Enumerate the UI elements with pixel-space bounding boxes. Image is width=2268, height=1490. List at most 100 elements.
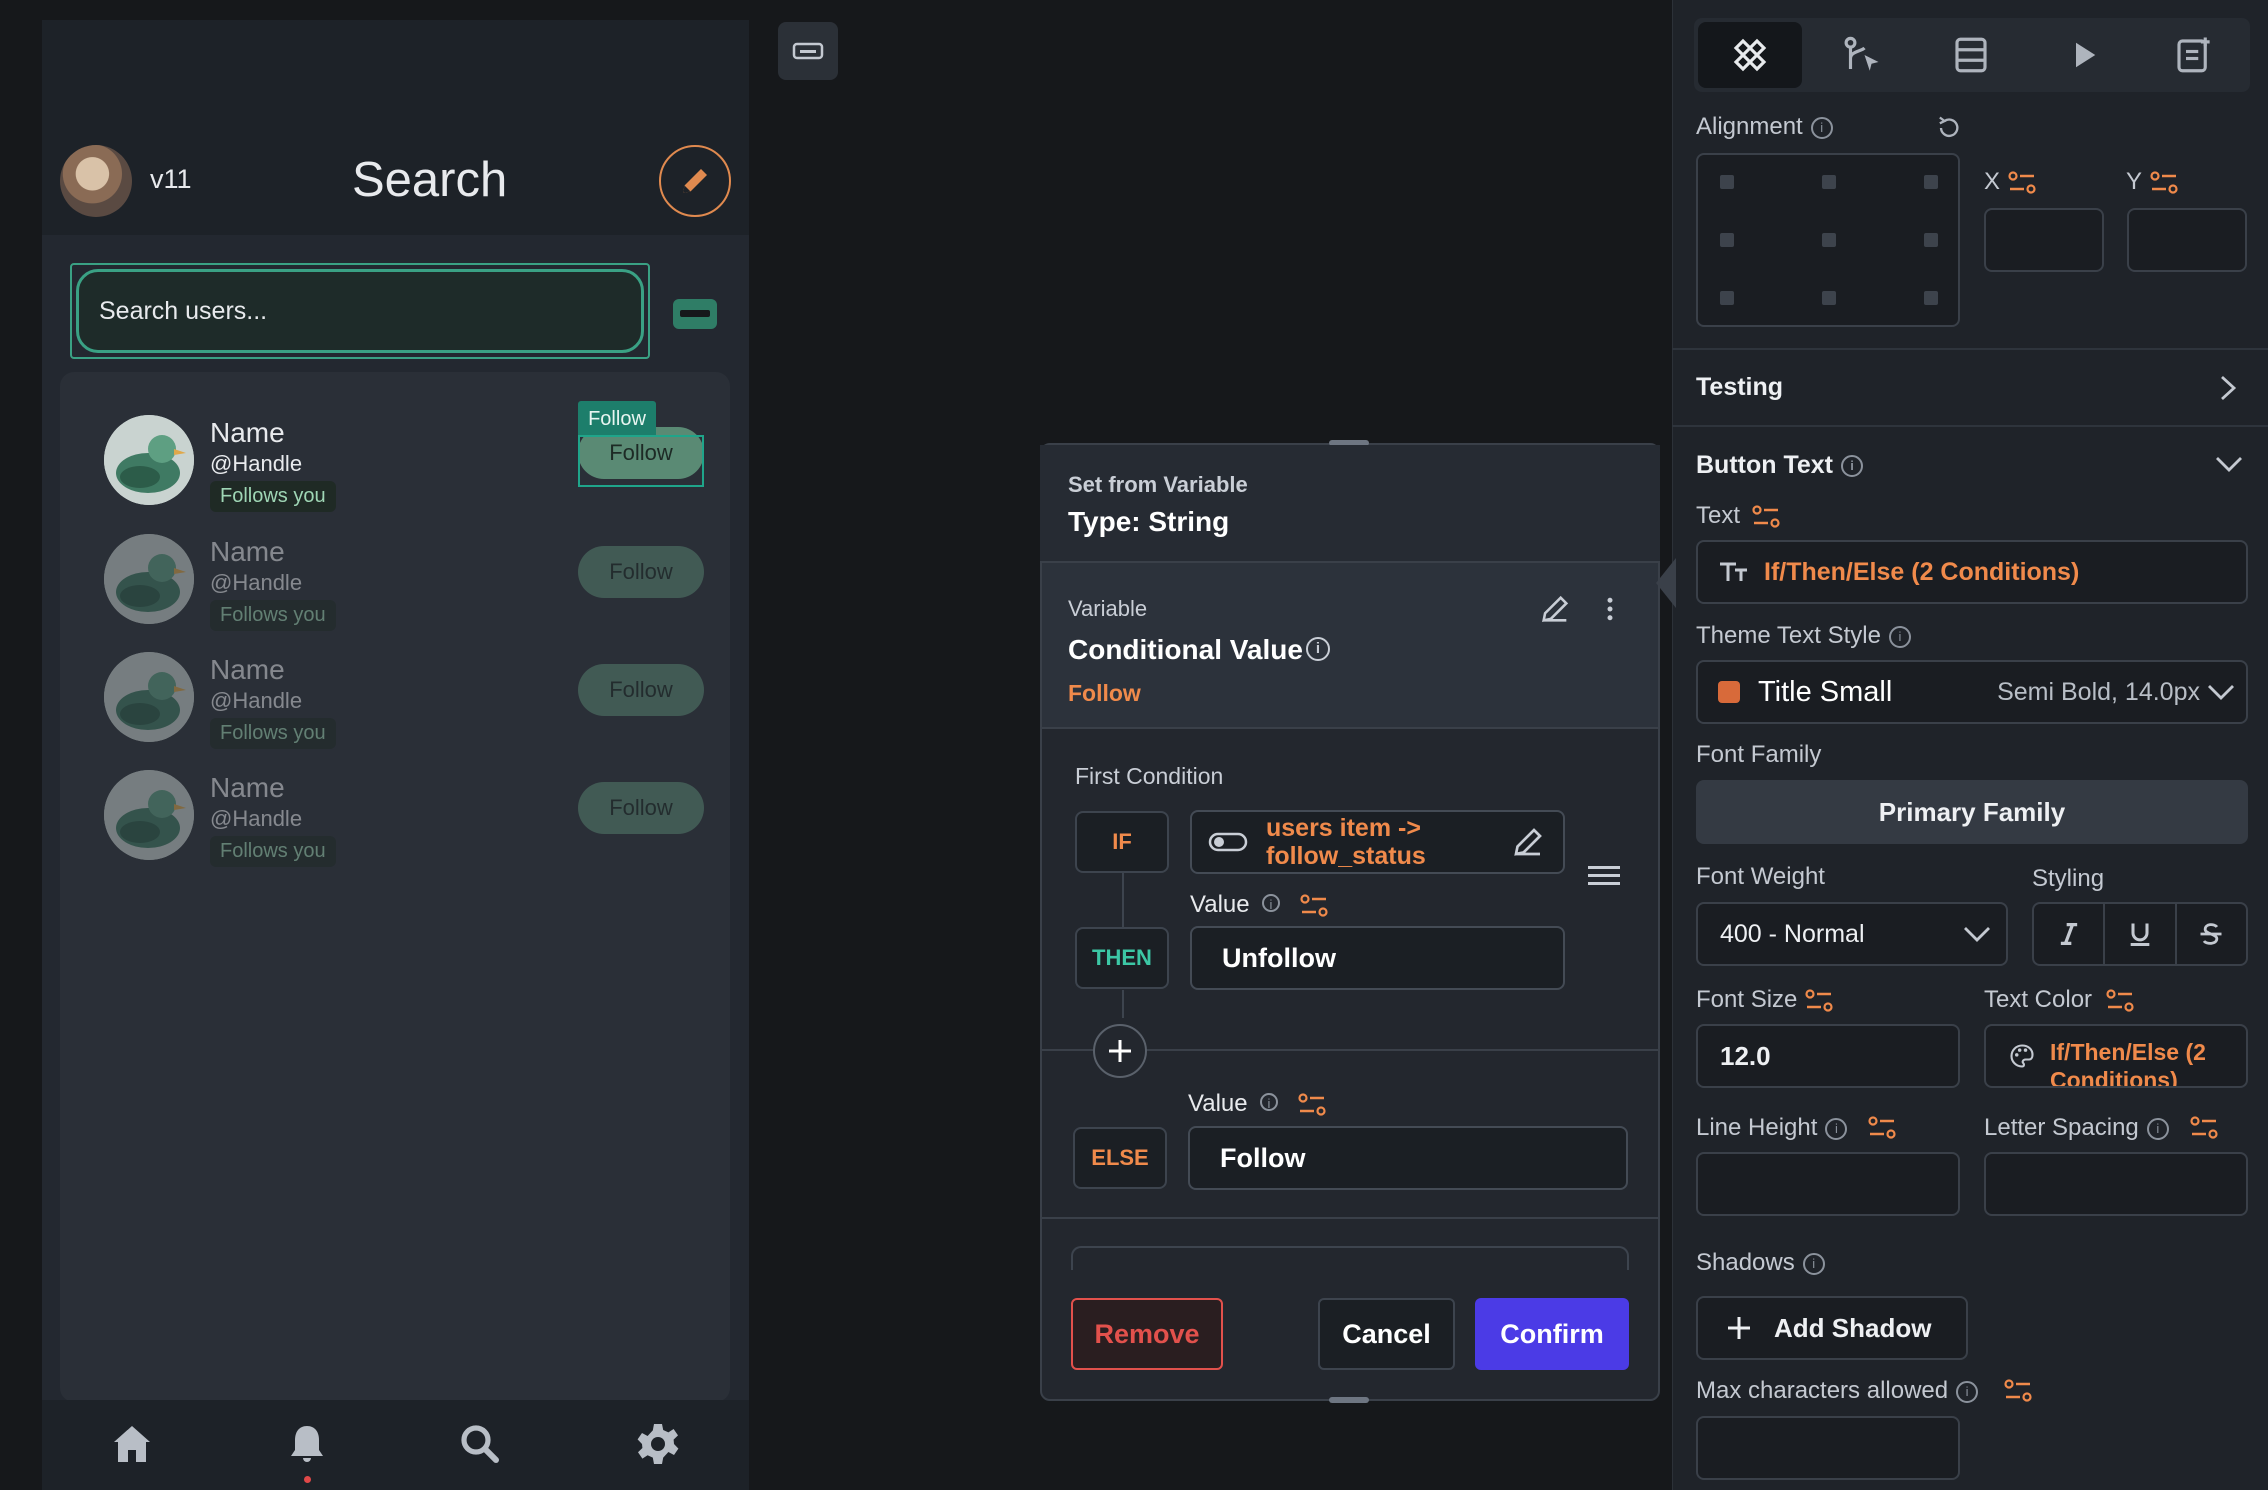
edit-icon[interactable] xyxy=(1538,592,1572,626)
chevron-down-icon xyxy=(1964,927,1990,942)
bell-icon[interactable] xyxy=(283,1420,331,1468)
follows-you-badge: Follows you xyxy=(210,481,336,512)
font-weight-value: 400 - Normal xyxy=(1720,919,1865,948)
edit-icon[interactable] xyxy=(1510,824,1546,860)
testing-section[interactable]: Testing xyxy=(1696,373,1783,402)
panel-pointer xyxy=(1656,558,1676,608)
search-input[interactable]: Search users... xyxy=(76,269,644,353)
info-icon[interactable]: i xyxy=(1841,455,1864,478)
button-text-section[interactable]: Button Text i xyxy=(1696,451,1864,480)
variable-binding-icon[interactable] xyxy=(2150,170,2178,196)
add-shadow-label: Add Shadow xyxy=(1774,1312,1932,1343)
user-name: Name xyxy=(210,417,285,448)
underline-button[interactable] xyxy=(2105,904,2177,964)
reset-icon[interactable] xyxy=(1934,114,1962,142)
italic-button[interactable] xyxy=(2034,904,2106,964)
shadows-text: Shadows xyxy=(1696,1249,1795,1276)
letter-spacing-label: Letter Spacing i xyxy=(1984,1114,2169,1142)
first-condition-label: First Condition xyxy=(1075,763,1224,789)
user-avatar[interactable] xyxy=(60,145,132,217)
theme-text-style-select[interactable]: Title Small Semi Bold, 14.0px xyxy=(1696,660,2248,724)
follow-button[interactable]: Follow xyxy=(578,782,704,834)
variable-binding-icon[interactable] xyxy=(1805,988,1833,1014)
strikethrough-button[interactable] xyxy=(2177,904,2246,964)
y-input[interactable] xyxy=(2127,208,2247,272)
alignment-label: Alignment i xyxy=(1696,113,1833,141)
letter-spacing-input[interactable] xyxy=(1984,1152,2248,1216)
user-name: Name xyxy=(210,536,285,567)
run-icon[interactable] xyxy=(2062,34,2104,76)
info-icon[interactable]: i xyxy=(1888,625,1911,648)
if-source-line1: users item -> xyxy=(1266,814,1421,842)
variable-binding-icon[interactable] xyxy=(2004,1378,2032,1404)
variable-binding-icon[interactable] xyxy=(1298,1092,1326,1118)
chevron-right-icon[interactable] xyxy=(2216,373,2240,403)
actions-icon[interactable] xyxy=(1840,34,1882,76)
info-icon[interactable]: i xyxy=(1306,637,1330,661)
theme-style-detail: Semi Bold, 14.0px xyxy=(1997,677,2200,706)
text-type-icon xyxy=(1720,562,1747,581)
list-item[interactable]: Name @Handle Follows you Follow xyxy=(104,534,704,644)
list-item[interactable]: Name @Handle Follows you Follow xyxy=(104,770,704,880)
text-value-field[interactable]: If/Then/Else (2 Conditions) xyxy=(1696,540,2248,604)
info-icon[interactable]: i xyxy=(2146,1117,2169,1140)
variable-binding-icon[interactable] xyxy=(2190,1115,2218,1141)
more-options-icon[interactable] xyxy=(1598,594,1622,624)
variable-binding-icon[interactable] xyxy=(1300,893,1328,919)
resize-handle-bottom[interactable] xyxy=(1329,1397,1369,1403)
backend-query-icon[interactable] xyxy=(1950,34,1992,76)
edit-button[interactable] xyxy=(659,145,731,217)
condition-connector xyxy=(1122,873,1124,927)
search-icon[interactable] xyxy=(456,1420,504,1468)
italic-icon xyxy=(2060,923,2077,945)
list-item[interactable]: Name @Handle Follows you Follow xyxy=(104,652,704,762)
variable-binding-icon[interactable] xyxy=(2106,988,2134,1014)
variable-binding-icon[interactable] xyxy=(2008,170,2036,196)
font-weight-label: Font Weight xyxy=(1696,863,1825,890)
remove-button[interactable]: Remove xyxy=(1071,1298,1223,1370)
line-height-input[interactable] xyxy=(1696,1152,1960,1216)
theme-text-style-text: Theme Text Style xyxy=(1696,622,1881,649)
follow-button[interactable]: Follow xyxy=(578,664,704,716)
chevron-down-icon[interactable] xyxy=(2214,452,2244,476)
x-input[interactable] xyxy=(1984,208,2104,272)
font-weight-select[interactable]: 400 - Normal xyxy=(1696,902,2008,966)
info-icon[interactable]: i xyxy=(1956,1380,1979,1403)
variable-binding-icon[interactable] xyxy=(1868,1115,1896,1141)
gear-icon[interactable] xyxy=(634,1420,682,1468)
drag-handle-icon[interactable] xyxy=(1588,863,1620,889)
add-shadow-button[interactable]: Add Shadow xyxy=(1696,1296,1968,1360)
if-condition-field[interactable]: users item -> follow_status xyxy=(1190,810,1565,874)
button-widget-icon[interactable] xyxy=(672,298,718,330)
letter-spacing-text: Letter Spacing xyxy=(1984,1114,2139,1141)
info-icon[interactable]: i xyxy=(1802,1252,1825,1275)
info-icon[interactable]: i xyxy=(1810,116,1833,139)
selected-widget-tag: Follow xyxy=(578,401,656,437)
info-icon[interactable]: i xyxy=(1260,1093,1278,1111)
bird-avatar xyxy=(104,770,194,860)
alignment-grid[interactable] xyxy=(1696,153,1960,327)
documentation-icon[interactable] xyxy=(2172,34,2214,76)
font-size-input[interactable]: 12.0 xyxy=(1696,1024,1960,1088)
cancel-button[interactable]: Cancel xyxy=(1318,1298,1455,1370)
info-icon[interactable]: i xyxy=(1262,894,1280,912)
style-color-swatch xyxy=(1718,681,1740,703)
bird-avatar xyxy=(104,652,194,742)
max-chars-input[interactable] xyxy=(1696,1416,1960,1480)
strikethrough-icon xyxy=(2200,923,2222,945)
canvas-toggle-button[interactable] xyxy=(778,22,838,80)
widget-properties-icon[interactable] xyxy=(1729,34,1771,76)
follow-button[interactable]: Follow xyxy=(578,546,704,598)
font-family-select[interactable]: Primary Family xyxy=(1696,780,2248,844)
else-value-field[interactable]: Follow xyxy=(1188,1126,1628,1190)
then-value-field[interactable]: Unfollow xyxy=(1190,926,1565,990)
info-icon[interactable]: i xyxy=(1825,1117,1848,1140)
home-icon[interactable] xyxy=(108,1420,156,1468)
confirm-button[interactable]: Confirm xyxy=(1475,1298,1629,1370)
bird-avatar xyxy=(104,415,194,505)
text-color-field[interactable]: If/Then/Else (2 Conditions) xyxy=(1984,1024,2248,1088)
line-height-label: Line Height i xyxy=(1696,1114,1848,1142)
section-divider xyxy=(1672,348,2268,350)
add-condition-button[interactable] xyxy=(1093,1024,1147,1078)
variable-binding-icon[interactable] xyxy=(1752,504,1780,530)
